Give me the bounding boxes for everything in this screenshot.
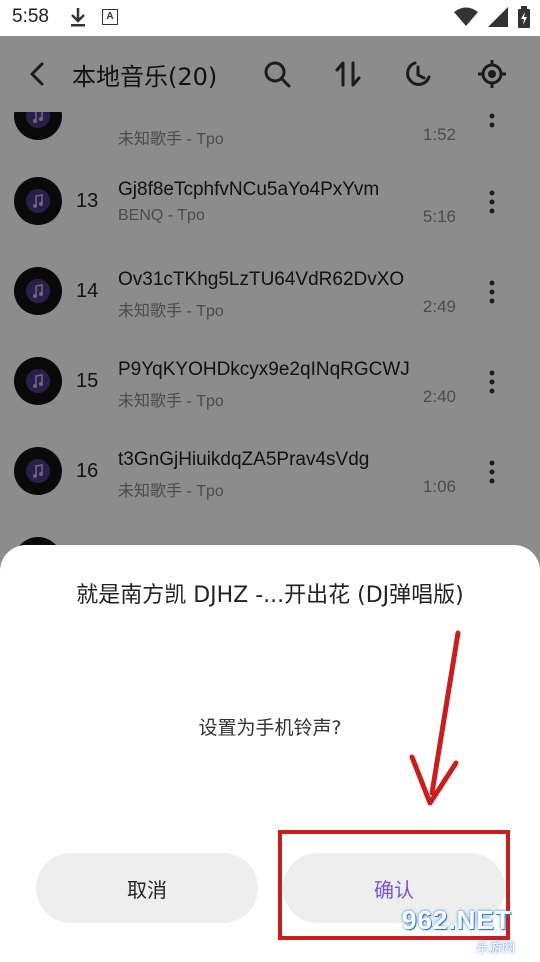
wifi-icon: [454, 7, 478, 31]
signal-icon: [488, 7, 508, 31]
status-bar: 5:58 A: [0, 0, 540, 36]
watermark-subtext: 乐游网: [476, 941, 516, 956]
status-time: 5:58: [12, 6, 49, 27]
cancel-button[interactable]: 取消: [36, 853, 258, 923]
notification-app-icon: A: [102, 9, 118, 25]
watermark-logo: 962.NET 乐游网: [402, 905, 536, 957]
status-right-icons: [454, 6, 530, 32]
annotation-arrow-icon: [409, 630, 461, 806]
dialog-title: 就是南方凯 DJHZ -...开出花 (DJ弹唱版): [76, 583, 464, 608]
battery-icon: [518, 6, 530, 32]
download-icon: [68, 6, 88, 32]
watermark-text: 962.NET: [402, 905, 512, 935]
